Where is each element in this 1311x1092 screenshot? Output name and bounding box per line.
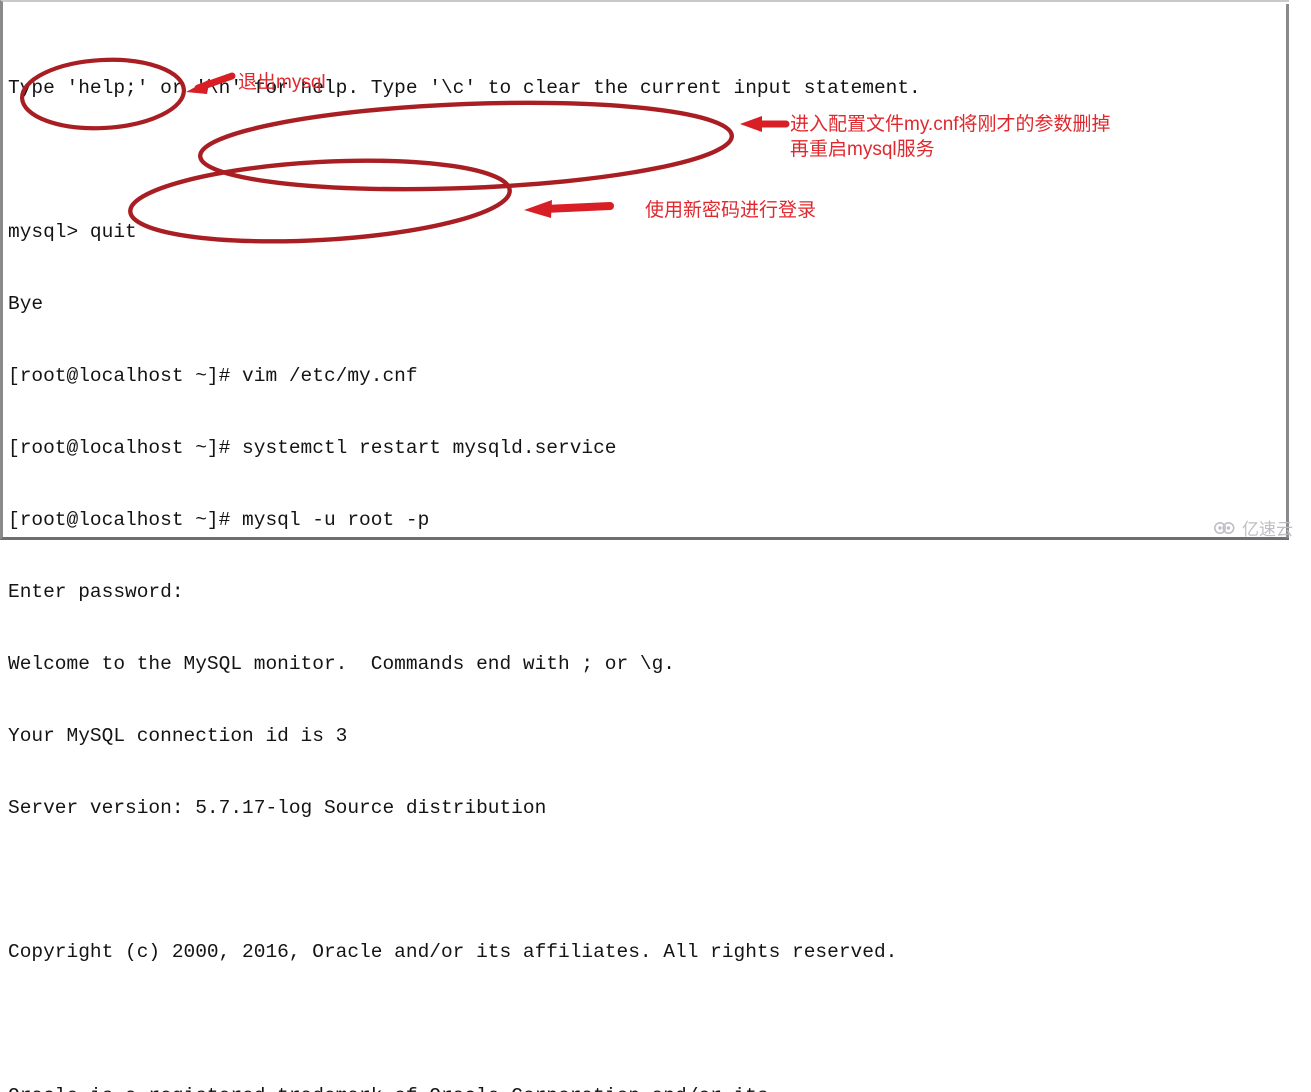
terminal-scrollbar[interactable] (1286, 4, 1289, 538)
terminal-output[interactable]: Type 'help;' or '\h' for help. Type '\c'… (8, 28, 1278, 1092)
terminal-line: [root@localhost ~]# systemctl restart my… (8, 437, 617, 459)
terminal-line: Copyright (c) 2000, 2016, Oracle and/or … (8, 941, 898, 963)
terminal-line: [root@localhost ~]# mysql -u root -p (8, 509, 430, 531)
terminal-line: [root@localhost ~]# vim /etc/my.cnf (8, 365, 418, 387)
terminal-line: Your MySQL connection id is 3 (8, 725, 348, 747)
terminal-window[interactable]: Type 'help;' or '\h' for help. Type '\c'… (0, 0, 1289, 1092)
terminal-line: Enter password: (8, 581, 184, 603)
cloud-logo-icon (1214, 521, 1235, 534)
terminal-line: mysql> quit (8, 221, 137, 243)
terminal-line: Bye (8, 293, 44, 315)
watermark-text: 亿速云 (1242, 520, 1293, 539)
terminal-line: Welcome to the MySQL monitor. Commands e… (8, 653, 676, 675)
terminal-line: Type 'help;' or '\h' for help. Type '\c'… (8, 77, 921, 99)
terminal-line: Oracle is a registered trademark of Orac… (8, 1084, 1278, 1092)
watermark: 亿速云 (1213, 515, 1293, 540)
terminal-line: Server version: 5.7.17-log Source distri… (8, 797, 547, 819)
